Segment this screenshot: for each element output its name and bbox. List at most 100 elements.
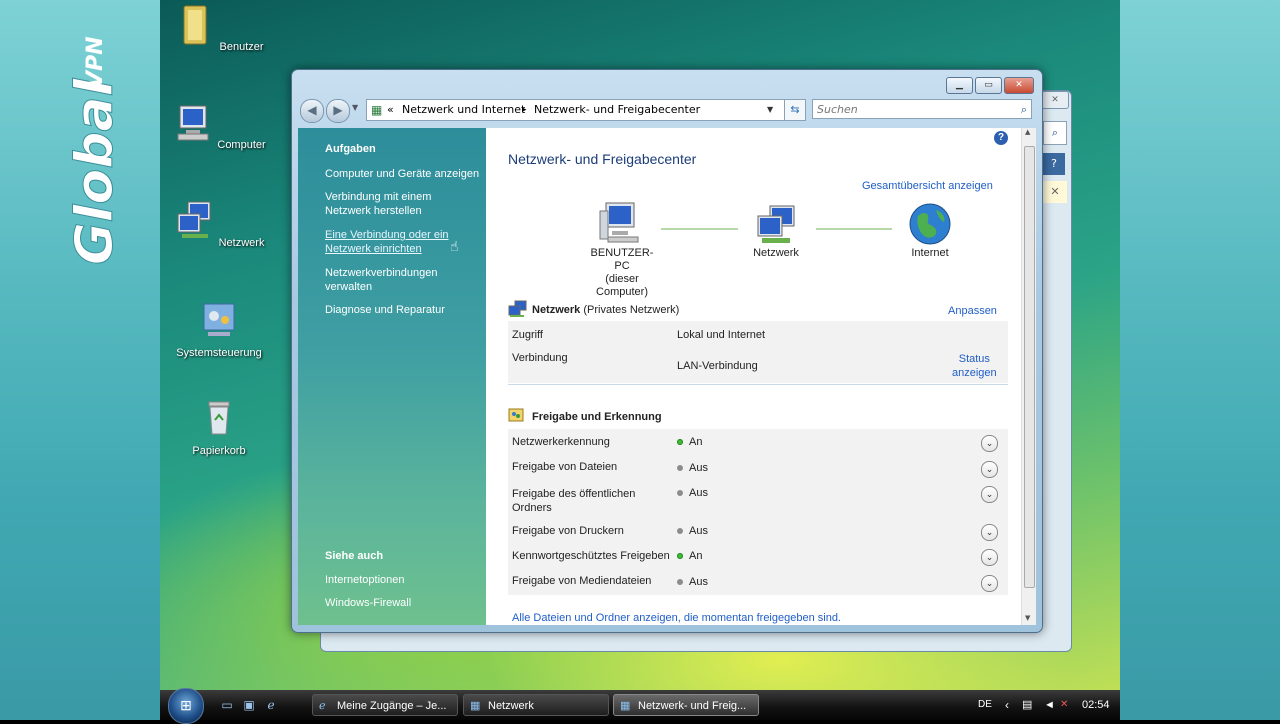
task-link-verbindung-herstellen[interactable]: Verbindung mit einem Netzwerk herstellen: [325, 190, 453, 218]
expand-button[interactable]: ⌄: [981, 435, 998, 452]
status-off-icon: [677, 490, 683, 497]
overview-link[interactable]: Gesamtübersicht anzeigen: [862, 180, 993, 192]
network-type: (Privates Netzwerk): [583, 304, 680, 316]
close-icon[interactable]: ✕: [1043, 181, 1067, 203]
sharing-label: Freigabe von Dateien: [512, 461, 618, 473]
customize-link[interactable]: Anpassen: [948, 305, 997, 317]
search-input[interactable]: Suchen ⌕: [812, 99, 1032, 119]
language-indicator[interactable]: DE: [978, 690, 992, 720]
show-desktop-icon[interactable]: ▭: [220, 698, 234, 712]
address-bar[interactable]: ▦ « Netzwerk und Internet ▸ Netzwerk- un…: [366, 99, 802, 121]
address-overflow[interactable]: «: [387, 100, 394, 120]
close-button[interactable]: ✕: [1004, 77, 1034, 94]
connection-value: LAN-Verbindung: [677, 360, 758, 372]
sharing-icon: [508, 408, 524, 422]
expand-button[interactable]: ⌄: [981, 575, 998, 592]
sharing-section-title: Freigabe und Erkennung: [532, 411, 662, 423]
back-button[interactable]: ◀: [300, 99, 324, 123]
scrollbar-thumb[interactable]: [1024, 146, 1035, 588]
taskbar: ⊞ ▭ ▣ ℯ ℯ Meine Zugänge – Je... ▦ Netzwerk…: [160, 688, 1120, 724]
internet-explorer-icon[interactable]: ℯ: [264, 698, 278, 712]
expand-button[interactable]: ⌄: [981, 549, 998, 566]
scroll-up-icon[interactable]: ▲: [1025, 128, 1030, 136]
caption-buttons: ▁ ▭ ✕: [946, 77, 1034, 94]
minimize-button[interactable]: ▁: [946, 77, 973, 94]
desktop-icon-papierkorb[interactable]: Papierkorb: [171, 396, 267, 457]
tray-mute-icon: ✕: [1060, 699, 1069, 710]
navigation-bar: ◀ ▶ ▼ ▦ « Netzwerk und Internet ▸ Netzwe…: [300, 99, 1034, 123]
close-icon[interactable]: ✕: [1041, 91, 1069, 109]
sharing-status: Aus: [677, 487, 708, 499]
status-link[interactable]: Status anzeigen: [952, 352, 997, 380]
control-panel-icon: [203, 303, 235, 336]
network-icon: ▦: [470, 700, 481, 712]
help-icon[interactable]: ?: [1043, 153, 1065, 175]
desktop-icon-systemsteuerung[interactable]: Systemsteuerung: [171, 298, 267, 359]
expand-button[interactable]: ⌄: [981, 461, 998, 478]
expand-button[interactable]: ⌄: [981, 524, 998, 541]
network-sharing-center-window[interactable]: ▁ ▭ ✕ ◀ ▶ ▼ ▦ « Netzwerk und Internet ▸ …: [291, 69, 1043, 633]
forward-button[interactable]: ▶: [326, 99, 350, 123]
network-icon: [757, 205, 795, 243]
task-link-computer-geraete[interactable]: Computer und Geräte anzeigen: [325, 167, 485, 181]
history-dropdown[interactable]: ▼: [352, 103, 358, 112]
breadcrumb-netzwerk-und-internet[interactable]: Netzwerk und Internet: [402, 100, 525, 120]
control-panel-icon: ▦: [371, 103, 383, 117]
svg-text:Global: Global: [65, 77, 125, 265]
global-vpn-logo: Global VPN: [65, 36, 126, 265]
see-also-internetoptionen[interactable]: Internetoptionen: [325, 573, 485, 587]
sharing-status: Aus: [677, 576, 708, 588]
status-on-icon: [677, 553, 683, 560]
tasks-heading: Aufgaben: [325, 143, 376, 155]
sharing-status: Aus: [677, 525, 708, 537]
help-icon[interactable]: ?: [994, 131, 1008, 145]
tray-volume-icon[interactable]: ◄: [1044, 690, 1055, 720]
maximize-button[interactable]: ▭: [975, 77, 1002, 94]
breadcrumb-separator[interactable]: ▸: [522, 100, 527, 120]
start-button[interactable]: ⊞: [168, 688, 204, 724]
vertical-scrollbar[interactable]: ▲ ▼: [1021, 128, 1036, 625]
scroll-down-icon[interactable]: ▼: [1025, 614, 1030, 622]
clock[interactable]: 02:54: [1082, 690, 1110, 720]
taskbar-button-meine-zugaenge[interactable]: ℯ Meine Zugänge – Je...: [312, 694, 458, 716]
desktop-icon-computer[interactable]: Computer: [171, 102, 267, 151]
search-icon[interactable]: ⌕: [1021, 100, 1027, 120]
desktop-icon-netzwerk[interactable]: Netzwerk: [171, 200, 267, 249]
connection-label: Verbindung: [512, 352, 568, 364]
taskbar-button-netzwerk[interactable]: ▦ Netzwerk: [463, 694, 609, 716]
computer-icon: [599, 202, 639, 243]
breadcrumb-current[interactable]: Netzwerk- und Freigabecenter: [534, 100, 700, 120]
see-also-windows-firewall[interactable]: Windows-Firewall: [325, 596, 485, 610]
map-link-line: [816, 228, 892, 230]
task-link-verbindung-einrichten[interactable]: Eine Verbindung oder ein Netzwerk einric…: [325, 228, 460, 256]
map-link-line: [661, 228, 738, 230]
sharing-label: Kennwortgeschütztes Freigeben: [512, 550, 670, 562]
tray-expand-icon[interactable]: ‹: [1005, 690, 1009, 720]
map-computer[interactable]: BENUTZER-PC (dieser Computer): [586, 247, 658, 299]
task-link-diagnose[interactable]: Diagnose und Reparatur: [325, 303, 485, 317]
sharing-status: Aus: [677, 462, 708, 474]
status-off-icon: [677, 465, 683, 472]
access-value: Lokal und Internet: [677, 329, 766, 341]
network-section-title: Netzwerk (Privates Netzwerk): [532, 304, 679, 316]
tray-network-icon[interactable]: ▤: [1022, 690, 1032, 720]
sharing-label: Freigabe von Mediendateien: [512, 575, 652, 587]
shared-files-link[interactable]: Alle Dateien und Ordner anzeigen, die mo…: [512, 612, 841, 624]
network-icon: [177, 201, 211, 238]
computer-name: BENUTZER-PC: [590, 247, 654, 272]
address-dropdown-icon[interactable]: ▼: [767, 100, 773, 120]
sharing-label: Freigabe von Druckern: [512, 525, 624, 537]
folder-icon: [183, 5, 207, 45]
desktop-icon-benutzer[interactable]: Benutzer: [171, 4, 267, 53]
switch-windows-icon[interactable]: ▣: [242, 698, 256, 712]
refresh-button[interactable]: ⇆: [784, 99, 806, 121]
map-network[interactable]: Netzwerk: [738, 247, 814, 259]
expand-button[interactable]: ⌄: [981, 486, 998, 503]
search-icon[interactable]: ⌕: [1043, 121, 1067, 145]
taskbar-button-freigabecenter[interactable]: ▦ Netzwerk- und Freig...: [613, 694, 759, 716]
computer-sub: (dieser Computer): [596, 273, 648, 298]
sharing-label: Freigabe des öffentlichen Ordners: [512, 488, 636, 514]
task-link-verbindungen-verwalten[interactable]: Netzwerkverbindungen verwalten: [325, 266, 450, 294]
sharing-status: An: [677, 550, 702, 562]
map-internet[interactable]: Internet: [892, 247, 968, 259]
